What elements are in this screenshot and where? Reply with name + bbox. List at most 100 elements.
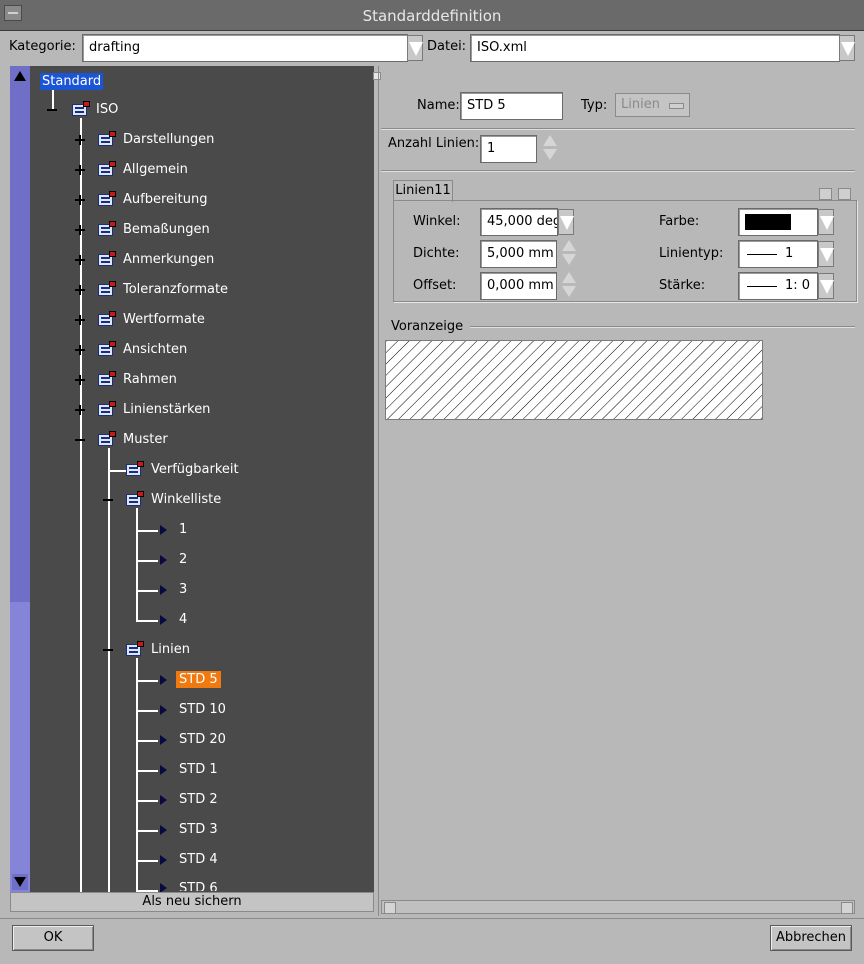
expand-icon[interactable] <box>75 225 85 235</box>
expand-icon[interactable] <box>75 165 85 175</box>
expand-icon[interactable] <box>75 375 85 385</box>
hatch-pattern-icon <box>386 341 762 419</box>
name-label: Name: <box>417 98 460 113</box>
line-count-input[interactable]: 1 <box>480 135 537 163</box>
tree-node-group[interactable]: Aufbereitung <box>123 192 207 207</box>
thickness-dropdown-icon[interactable] <box>818 273 834 299</box>
tree-node-group[interactable]: Allgemein <box>123 162 188 177</box>
tree-leaf[interactable]: STD 4 <box>179 852 218 867</box>
option-menu-icon <box>669 103 684 109</box>
tree-node-group[interactable]: Ansichten <box>123 342 187 357</box>
collapse-icon[interactable] <box>75 435 85 445</box>
thickness-selector[interactable]: 1: 0 <box>738 272 818 300</box>
line-count-spinner-icon[interactable] <box>543 135 557 161</box>
folder-icon <box>98 161 116 177</box>
tree-leaf[interactable]: STD 2 <box>179 792 218 807</box>
tree-leaf[interactable]: 2 <box>179 552 187 567</box>
color-dropdown-icon[interactable] <box>818 209 834 235</box>
folder-icon <box>126 461 144 477</box>
expand-icon[interactable] <box>75 195 85 205</box>
leaf-arrow-icon <box>160 615 167 625</box>
color-selector[interactable] <box>738 208 818 236</box>
tree-scrollbar[interactable] <box>10 66 30 892</box>
tab-prev-icon[interactable] <box>819 188 832 200</box>
category-label: Kategorie: <box>9 39 76 54</box>
offset-spinner-icon[interactable] <box>562 272 576 298</box>
leaf-arrow-icon <box>160 585 167 595</box>
angle-label: Winkel: <box>413 214 461 229</box>
expand-icon[interactable] <box>75 315 85 325</box>
tree-node-linien[interactable]: Linien <box>151 642 190 657</box>
file-dropdown-icon[interactable] <box>839 35 855 61</box>
collapse-icon[interactable] <box>103 495 113 505</box>
tab-linien11[interactable]: Linien11 <box>393 180 453 202</box>
tree-node-iso[interactable]: ISO <box>96 102 118 117</box>
tree-leaf[interactable]: STD 3 <box>179 822 218 837</box>
linetype-value: 1 <box>785 246 794 261</box>
splitter[interactable] <box>378 66 379 916</box>
folder-icon <box>98 341 116 357</box>
tab-next-icon[interactable] <box>838 188 851 200</box>
collapse-icon[interactable] <box>103 645 113 655</box>
cancel-button[interactable]: Abbrechen <box>770 925 852 951</box>
scroll-left-icon[interactable] <box>384 902 396 914</box>
name-input[interactable]: STD 5 <box>460 92 563 120</box>
tree-leaf[interactable]: STD 6 <box>179 881 218 891</box>
linetype-dropdown-icon[interactable] <box>818 241 834 267</box>
density-label: Dichte: <box>413 246 460 261</box>
density-input[interactable]: 5,000 mm <box>480 240 557 268</box>
offset-input[interactable]: 0,000 mm <box>480 272 557 300</box>
expand-icon[interactable] <box>75 255 85 265</box>
title-bar: Standarddefinition <box>0 0 864 31</box>
type-option-menu[interactable]: Linien <box>615 93 690 117</box>
density-spinner-icon[interactable] <box>562 240 576 266</box>
splitter-handle[interactable] <box>373 72 381 80</box>
tree-leaf-selected[interactable]: STD 5 <box>176 671 221 688</box>
tree-leaf[interactable]: STD 1 <box>179 762 218 777</box>
tree-node-group[interactable]: Anmerkungen <box>123 252 214 267</box>
leaf-arrow-icon <box>160 735 167 745</box>
tree-leaf[interactable]: STD 20 <box>179 732 226 747</box>
tree-node-verfuegbarkeit[interactable]: Verfügbarkeit <box>151 462 239 477</box>
leaf-arrow-icon <box>160 765 167 775</box>
angle-input[interactable]: 45,000 deg <box>480 208 558 236</box>
expand-icon[interactable] <box>75 345 85 355</box>
tree-node-group[interactable]: Rahmen <box>123 372 177 387</box>
save-as-new-button[interactable]: Als neu sichern <box>10 892 374 912</box>
expand-icon[interactable] <box>75 285 85 295</box>
category-dropdown-icon[interactable] <box>407 35 423 61</box>
scroll-down-icon[interactable] <box>12 874 28 890</box>
file-select[interactable]: ISO.xml <box>470 34 840 62</box>
folder-icon <box>98 131 116 147</box>
tree-node-group[interactable]: Wertformate <box>123 312 205 327</box>
type-value: Linien <box>621 97 660 112</box>
scroll-right-icon[interactable] <box>841 902 853 914</box>
thickness-label: Stärke: <box>659 278 706 293</box>
tree-node-group[interactable]: Toleranzformate <box>123 282 228 297</box>
horizontal-scrollbar[interactable] <box>381 900 855 914</box>
expand-icon[interactable] <box>75 135 85 145</box>
folder-icon <box>98 431 116 447</box>
tree-node-group[interactable]: Darstellungen <box>123 132 214 147</box>
tree-node-group[interactable]: Bemaßungen <box>123 222 210 237</box>
tree-root-standard[interactable]: Standard <box>40 73 104 90</box>
leaf-arrow-icon <box>160 675 167 685</box>
expand-icon[interactable] <box>75 405 85 415</box>
tree-leaf[interactable]: STD 10 <box>179 702 226 717</box>
tree-node-muster[interactable]: Muster <box>123 432 168 447</box>
tree-node-group[interactable]: Linienstärken <box>123 402 210 417</box>
folder-icon <box>98 311 116 327</box>
leaf-arrow-icon <box>160 855 167 865</box>
folder-icon <box>72 101 90 117</box>
tree-leaf[interactable]: 3 <box>179 582 187 597</box>
angle-dropdown-icon[interactable] <box>558 209 574 235</box>
tree-leaf[interactable]: 4 <box>179 612 187 627</box>
linetype-selector[interactable]: 1 <box>738 240 818 268</box>
scroll-up-icon[interactable] <box>12 68 28 84</box>
line-sample-icon <box>747 254 777 255</box>
ok-button[interactable]: OK <box>12 925 94 951</box>
tree-leaf[interactable]: 1 <box>179 522 187 537</box>
collapse-icon[interactable] <box>47 105 57 115</box>
tree-node-winkelliste[interactable]: Winkelliste <box>151 492 221 507</box>
category-select[interactable]: drafting <box>82 34 408 62</box>
